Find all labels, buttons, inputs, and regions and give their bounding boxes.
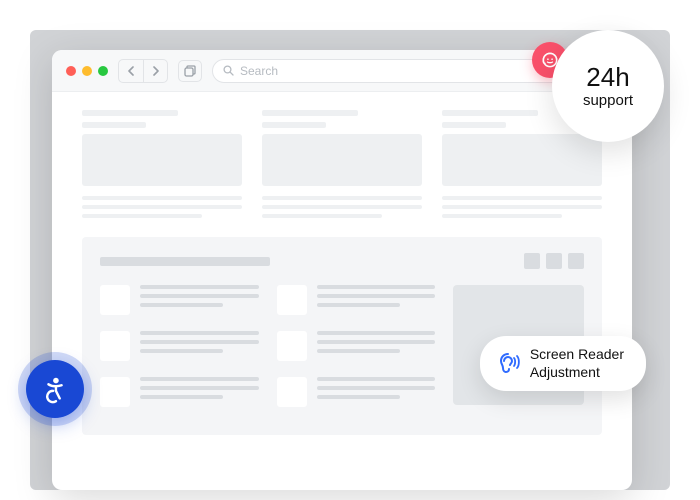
list-item <box>277 377 436 407</box>
traffic-lights <box>66 66 108 76</box>
chevron-left-icon <box>127 66 135 76</box>
screen-reader-pill[interactable]: Screen Reader Adjustment <box>480 336 646 391</box>
list-item <box>100 285 259 315</box>
chevron-right-icon <box>152 66 160 76</box>
hero-column <box>262 110 422 223</box>
list-item <box>100 377 259 407</box>
accessibility-icon <box>40 374 70 404</box>
tabs-button[interactable] <box>178 60 202 82</box>
close-dot[interactable] <box>66 66 76 76</box>
support-subline: support <box>583 92 633 109</box>
support-headline: 24h <box>586 64 629 90</box>
panel-title-placeholder <box>100 257 270 266</box>
accessibility-button[interactable] <box>26 360 84 418</box>
back-button[interactable] <box>119 60 143 82</box>
nav-arrows <box>118 59 168 83</box>
page-wireframe <box>52 92 632 453</box>
panel-action[interactable] <box>568 253 584 269</box>
tabs-icon <box>184 65 196 77</box>
forward-button[interactable] <box>143 60 167 82</box>
zoom-dot[interactable] <box>98 66 108 76</box>
panel-action[interactable] <box>546 253 562 269</box>
panel-action[interactable] <box>524 253 540 269</box>
list-item <box>100 331 259 361</box>
ear-icon <box>494 350 520 378</box>
screen-reader-label: Screen Reader Adjustment <box>530 346 624 381</box>
browser-window <box>52 50 632 490</box>
panel-actions <box>524 253 584 269</box>
support-badge: 24h support <box>552 30 664 142</box>
search-icon <box>223 65 234 76</box>
list-item <box>277 331 436 361</box>
list-item <box>277 285 436 315</box>
minimize-dot[interactable] <box>82 66 92 76</box>
hero-column <box>82 110 242 223</box>
